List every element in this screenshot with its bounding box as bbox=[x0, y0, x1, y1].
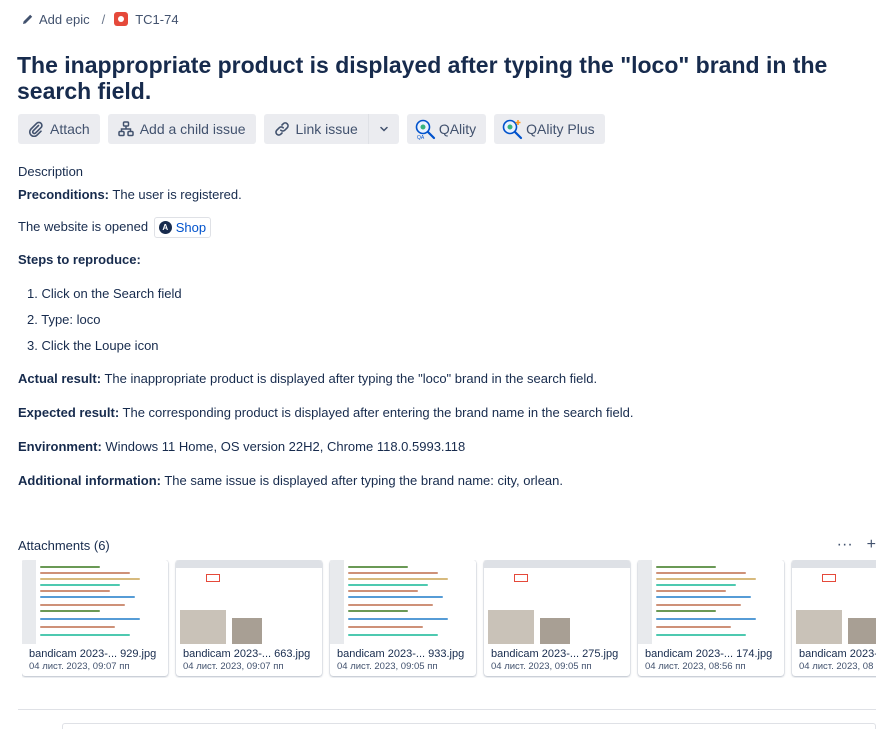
steps-list: 1. Click on the Search field 2. Type: lo… bbox=[18, 285, 848, 355]
breadcrumb-separator: / bbox=[101, 11, 106, 27]
attachments-strip: bandicam 2023-... 929.jpg 04 лист. 2023, … bbox=[22, 560, 876, 678]
qality-icon: QA bbox=[415, 119, 435, 140]
step-item[interactable]: 3. Click the Loupe icon bbox=[27, 337, 848, 355]
shop-link[interactable]: A Shop bbox=[153, 217, 212, 238]
shop-label: Shop bbox=[175, 219, 207, 235]
expected-result[interactable]: Expected result: The corresponding produ… bbox=[18, 404, 848, 422]
svg-text:QA: QA bbox=[417, 135, 425, 140]
description-label: Description bbox=[18, 164, 84, 179]
bug-icon bbox=[114, 12, 129, 26]
attachment-date: 04 лист. 2023, 08:56 пп bbox=[645, 661, 746, 672]
step-item[interactable]: 2. Type: loco bbox=[27, 311, 848, 329]
attachment-card[interactable]: bandicam 2023-... 929.jpg 04 лист. 2023, … bbox=[22, 560, 168, 676]
attachment-filename: bandicam 2023-... 929.jpg bbox=[29, 648, 157, 660]
chevron-down-icon bbox=[380, 126, 388, 132]
attachment-filename: bandicam 2023-... 174.jpg bbox=[645, 648, 773, 660]
steps-label: Steps to reproduce: bbox=[18, 252, 141, 267]
website-line[interactable]: The website is opened A Shop bbox=[18, 217, 848, 238]
paperclip-icon bbox=[28, 121, 43, 137]
additional-label: Additional information: bbox=[18, 473, 161, 488]
attachment-meta: bandicam 2023-... 929.jpg 04 лист. 2023, … bbox=[22, 644, 168, 676]
environment[interactable]: Environment: Windows 11 Home, OS version… bbox=[18, 438, 848, 456]
step-item[interactable]: 1. Click on the Search field bbox=[27, 285, 848, 303]
description-section: Description Preconditions: The user is r… bbox=[18, 164, 848, 490]
attachment-meta: bandicam 2023-...04 лист. 2023, 08 bbox=[792, 644, 876, 676]
link-issue-dropdown[interactable] bbox=[367, 114, 399, 144]
qality-plus-label: QAlity Plus bbox=[526, 121, 595, 137]
attachment-filename: bandicam 2023-... 275.jpg bbox=[491, 648, 619, 660]
comment-input[interactable] bbox=[62, 723, 876, 729]
qality-plus-icon bbox=[502, 119, 523, 140]
add-child-issue-button[interactable]: Add a child issue bbox=[107, 114, 256, 144]
attachment-thumbnail bbox=[22, 560, 168, 644]
attach-label: Attach bbox=[50, 121, 90, 137]
expected-label: Expected result: bbox=[18, 405, 120, 420]
more-icon[interactable]: ··· bbox=[837, 536, 853, 554]
website-text: The website is opened bbox=[18, 218, 152, 234]
section-divider bbox=[18, 709, 876, 710]
preconditions[interactable]: Preconditions: The user is registered. bbox=[18, 186, 848, 204]
attachment-thumbnail bbox=[176, 560, 322, 644]
attach-button[interactable]: Attach bbox=[18, 114, 100, 144]
attachment-card[interactable]: bandicam 2023-... 174.jpg 04 лист. 2023, … bbox=[638, 560, 784, 676]
actual-result[interactable]: Actual result: The inappropriate product… bbox=[18, 370, 848, 388]
attachments-title: Attachments (6) bbox=[18, 537, 110, 553]
attachment-thumbnail bbox=[484, 560, 630, 644]
link-icon bbox=[274, 122, 289, 136]
qality-label: QAlity bbox=[438, 121, 477, 137]
attachment-meta: bandicam 2023-... 933.jpg 04 лист. 2023, … bbox=[330, 644, 476, 676]
issue-key-label: TC1-74 bbox=[135, 11, 179, 27]
attachment-meta: bandicam 2023-... 174.jpg 04 лист. 2023, … bbox=[638, 644, 784, 676]
attachment-filename: bandicam 2023-... 933.jpg bbox=[337, 648, 465, 660]
link-issue-button[interactable]: Link issue bbox=[263, 114, 368, 144]
preconditions-label: Preconditions: bbox=[18, 187, 110, 202]
attachment-card[interactable]: bandicam 2023-... 275.jpg 04 лист. 2023, … bbox=[484, 560, 630, 676]
attachments-header: Attachments (6) ··· + bbox=[18, 536, 876, 554]
attachment-filename: bandicam 2023-... bbox=[799, 648, 876, 660]
attachments-track: bandicam 2023-... 929.jpg 04 лист. 2023, … bbox=[22, 560, 876, 676]
attachment-date: 04 лист. 2023, 09:05 пп bbox=[491, 661, 592, 672]
breadcrumb: Add epic / TC1-74 bbox=[22, 10, 179, 28]
additional-text: The same issue is displayed after typing… bbox=[160, 473, 563, 488]
qality-plus-button[interactable]: QAlity Plus bbox=[494, 114, 605, 144]
attachment-thumbnail bbox=[792, 560, 876, 644]
attachment-thumbnail bbox=[330, 560, 476, 644]
attachment-date: 04 лист. 2023, 09:05 пп bbox=[337, 661, 438, 672]
actual-label: Actual result: bbox=[18, 371, 102, 386]
attachments-actions: ··· + bbox=[837, 536, 876, 554]
attachment-thumbnail bbox=[638, 560, 784, 644]
attachment-meta: bandicam 2023-... 663.jpg 04 лист. 2023, … bbox=[176, 644, 322, 676]
preconditions-text: The user is registered. bbox=[109, 187, 242, 202]
expected-text: The corresponding product is displayed a… bbox=[119, 405, 634, 420]
attachment-date: 04 лист. 2023, 09:07 пп bbox=[29, 661, 130, 672]
pencil-icon bbox=[23, 14, 33, 24]
add-child-label: Add a child issue bbox=[139, 121, 246, 137]
angular-logo-icon: A bbox=[158, 221, 172, 234]
attachment-date: 04 лист. 2023, 08 bbox=[799, 661, 874, 672]
link-issue-label: Link issue bbox=[295, 121, 358, 137]
link-issue-split: Link issue bbox=[263, 114, 399, 144]
environment-text: Windows 11 Home, OS version 22H2, Chrome… bbox=[101, 439, 466, 454]
attachment-meta: bandicam 2023-... 275.jpg 04 лист. 2023, … bbox=[484, 644, 630, 676]
add-epic-label: Add epic bbox=[39, 11, 90, 27]
child-issue-icon bbox=[117, 121, 134, 137]
attachment-date: 04 лист. 2023, 09:07 пп bbox=[183, 661, 284, 672]
additional-info[interactable]: Additional information: The same issue i… bbox=[18, 472, 848, 490]
environment-label: Environment: bbox=[18, 439, 102, 454]
add-icon[interactable]: + bbox=[867, 536, 876, 554]
qality-button[interactable]: QA QAlity bbox=[406, 114, 487, 144]
steps-heading[interactable]: Steps to reproduce: bbox=[18, 251, 848, 269]
issue-toolbar: Attach Add a child issue Link issue QA Q… bbox=[18, 114, 605, 144]
attachment-card[interactable]: bandicam 2023-... 663.jpg 04 лист. 2023, … bbox=[176, 560, 322, 676]
add-epic-link[interactable]: Add epic bbox=[22, 12, 90, 27]
issue-key-link[interactable]: TC1-74 bbox=[114, 11, 179, 27]
attachment-card[interactable]: bandicam 2023-...04 лист. 2023, 08 bbox=[792, 560, 876, 676]
issue-title[interactable]: The inappropriate product is displayed a… bbox=[17, 52, 857, 104]
actual-text: The inappropriate product is displayed a… bbox=[101, 371, 598, 386]
attachment-card[interactable]: bandicam 2023-... 933.jpg 04 лист. 2023, … bbox=[330, 560, 476, 676]
attachment-filename: bandicam 2023-... 663.jpg bbox=[183, 648, 311, 660]
